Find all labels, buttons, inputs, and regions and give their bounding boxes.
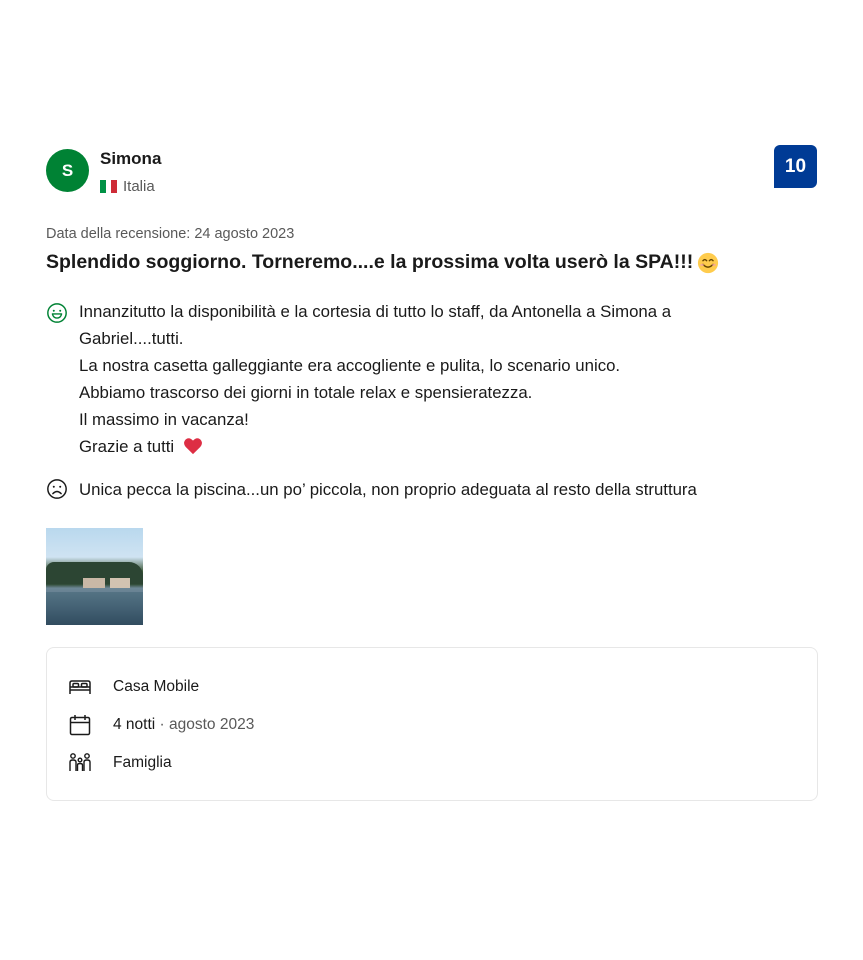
positive-line: Il massimo in vacanza! — [79, 410, 249, 429]
positive-line-last: Grazie a tutti — [79, 433, 779, 460]
room-type-row: Casa Mobile — [68, 668, 817, 706]
negative-text: Unica pecca la piscina...un po’ piccola,… — [79, 480, 697, 499]
review-photo[interactable] — [46, 528, 143, 625]
review-title-text: Splendido soggiorno. Torneremo....e la p… — [46, 251, 694, 273]
photo-house — [110, 578, 130, 588]
reviewer-name: Simona — [100, 149, 162, 168]
avatar: S — [46, 149, 89, 192]
positive-line: La nostra casetta galleggiante era accog… — [79, 356, 621, 375]
review-header: S Simona Italia 10 — [46, 143, 817, 203]
smiling-face-icon — [698, 252, 719, 273]
sad-face-icon — [47, 479, 67, 499]
happy-face-icon — [47, 303, 67, 323]
stay-length-row: 4 notti · agosto 2023 — [68, 706, 817, 744]
heart-icon — [183, 438, 202, 455]
family-icon — [69, 753, 91, 771]
traveler-type-label: Famiglia — [113, 754, 172, 771]
negative-section: Unica pecca la piscina...un po’ piccola,… — [46, 476, 817, 503]
italy-flag-icon — [100, 180, 118, 193]
review-score-badge: 10 — [774, 145, 817, 188]
stay-month: · agosto 2023 — [159, 716, 255, 733]
bed-icon — [69, 680, 91, 694]
photo-reflection — [46, 592, 143, 625]
review-card: S Simona Italia 10 Data della recensione… — [46, 143, 818, 801]
photo-house — [83, 578, 105, 588]
positive-line: Abbiamo trascorso dei giorni in totale r… — [79, 383, 533, 402]
country-label: Italia — [123, 178, 155, 195]
stay-nights: 4 notti — [113, 716, 156, 733]
positive-section: Innanzitutto la disponibilità e la corte… — [46, 298, 817, 460]
review-date: Data della recensione: 24 agosto 2023 — [46, 226, 295, 242]
calendar-icon — [69, 715, 91, 736]
reviewer-country: Italia — [100, 178, 155, 195]
positive-line-text: Grazie a tutti — [79, 437, 175, 456]
traveler-type-row: Famiglia — [68, 744, 817, 782]
review-title: Splendido soggiorno. Torneremo....e la p… — [46, 251, 817, 274]
room-type-label: Casa Mobile — [113, 678, 200, 695]
positive-line: Innanzitutto la disponibilità e la corte… — [79, 302, 672, 321]
stay-details-box: Casa Mobile 4 notti · agosto 2023 Famigl… — [46, 647, 818, 801]
positive-text: Innanzitutto la disponibilità e la corte… — [79, 298, 779, 460]
positive-line: Gabriel....tutti. — [79, 329, 184, 348]
